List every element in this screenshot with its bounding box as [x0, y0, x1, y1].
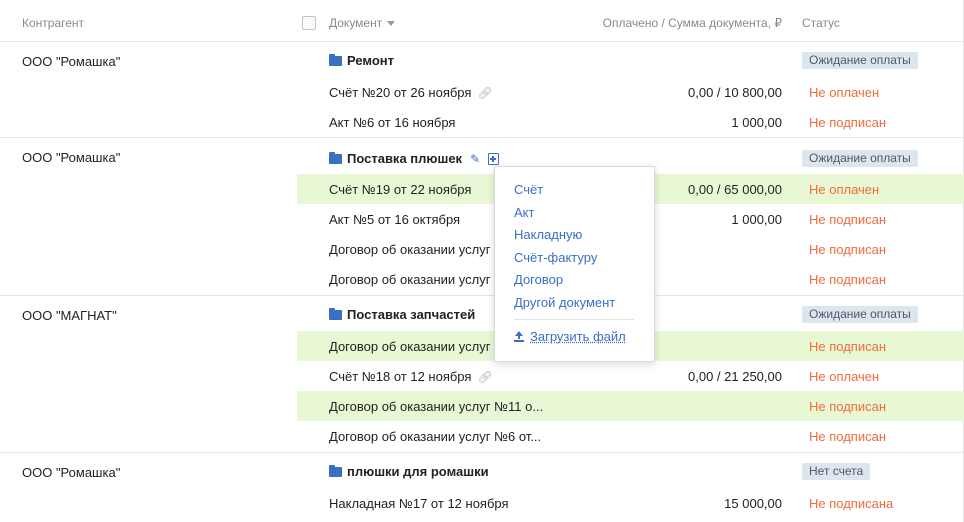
column-header-status: Статус	[802, 16, 840, 30]
menu-item-other-document[interactable]: Другой документ	[514, 295, 615, 310]
document-label: Счёт №20 от 26 ноября	[329, 85, 472, 100]
document-link[interactable]: Счёт №19 от 22 ноября	[329, 182, 471, 197]
document-link[interactable]: Договор об оказании услуг	[329, 272, 490, 287]
document-status: Не подписан	[809, 115, 887, 130]
menu-divider	[514, 319, 634, 320]
column-header-paid: Оплачено / Сумма документа, ₽	[602, 16, 782, 30]
deal-title-label: Поставка плюшек	[347, 151, 463, 166]
menu-item-act[interactable]: Акт	[514, 205, 534, 220]
deal-title-label: Ремонт	[347, 53, 395, 68]
pencil-icon[interactable]: ✎	[470, 152, 480, 166]
table-row[interactable]: Счёт №20 от 26 ноября 🔗︎ 0,00 / 10 800,00…	[297, 77, 964, 107]
contractor-name[interactable]: ООО "МАГНАТ"	[22, 308, 117, 323]
deal-title[interactable]: Поставка плюшек ✎	[329, 151, 500, 166]
document-status: Не оплачен	[809, 182, 880, 197]
amount: 15 000,00	[724, 496, 782, 511]
deal-title-row: плюшки для ромашки Нет счета	[297, 456, 964, 486]
document-status: Не подписан	[809, 429, 887, 444]
table-header: Контрагент Документ Оплачено / Сумма док…	[0, 0, 964, 42]
table-row[interactable]: Счёт №18 от 12 ноября 🔗︎ 0,00 / 21 250,00…	[297, 361, 964, 391]
document-status: Не подписан	[809, 339, 887, 354]
select-all-checkbox[interactable]	[302, 16, 316, 30]
folder-icon	[329, 465, 342, 477]
document-link[interactable]: Счёт №18 от 12 ноября 🔗︎	[329, 369, 493, 384]
amount: 0,00 / 10 800,00	[688, 85, 782, 100]
deal-title-label: Поставка запчастей	[347, 307, 476, 322]
contractor-name[interactable]: ООО "Ромашка"	[22, 150, 120, 165]
deal-group: ООО "Ромашка" Ремонт Ожидание оплаты Счё…	[0, 42, 964, 138]
deal-group: ООО "Ромашка" плюшки для ромашки Нет сче…	[0, 453, 964, 522]
menu-item-contract[interactable]: Договор	[514, 272, 563, 287]
document-status: Не подписана	[809, 496, 894, 511]
document-link[interactable]: Договор об оказании услуг №6 от...	[329, 429, 541, 444]
table-row[interactable]: Накладная №17 от 12 ноября 15 000,00 Не …	[297, 488, 964, 518]
document-link[interactable]: Договор об оказании услуг	[329, 339, 490, 354]
contractor-name[interactable]: ООО "Ромашка"	[22, 465, 120, 480]
amount: 0,00 / 65 000,00	[688, 182, 782, 197]
amount: 1 000,00	[731, 115, 782, 130]
menu-item-waybill[interactable]: Накладную	[514, 227, 582, 242]
document-link[interactable]: Договор об оказании услуг	[329, 242, 490, 257]
folder-icon	[329, 54, 342, 66]
document-status: Не подписан	[809, 242, 887, 257]
table-row[interactable]: Договор об оказании услуг №11 о... Не по…	[297, 391, 964, 421]
document-status: Не оплачен	[809, 85, 880, 100]
deal-group: ООО "Ромашка" Поставка плюшек ✎ Ожидание …	[0, 138, 964, 296]
column-header-document[interactable]: Документ	[329, 16, 396, 30]
upload-file-label: Загрузить файл	[530, 329, 626, 344]
add-document-icon[interactable]	[488, 153, 500, 165]
folder-icon	[329, 308, 342, 320]
status-badge: Ожидание оплаты	[802, 150, 918, 167]
amount: 0,00 / 21 250,00	[688, 369, 782, 384]
upload-icon	[514, 331, 524, 342]
document-status: Не подписан	[809, 212, 887, 227]
amount: 1 000,00	[731, 212, 782, 227]
deal-title[interactable]: Поставка запчастей	[329, 307, 475, 322]
deal-title-label: плюшки для ромашки	[347, 464, 489, 479]
document-link[interactable]: Акт №5 от 16 октября	[329, 212, 460, 227]
upload-file-link[interactable]: Загрузить файл	[514, 329, 626, 344]
link-icon: 🔗︎	[477, 86, 493, 100]
table-row[interactable]: Акт №6 от 16 ноября 1 000,00 Не подписан	[297, 107, 964, 137]
menu-item-invoice[interactable]: Счёт	[514, 182, 543, 197]
column-header-document-label: Документ	[329, 16, 383, 30]
link-icon: 🔗︎	[477, 370, 493, 384]
folder-icon	[329, 152, 342, 164]
document-status: Не оплачен	[809, 369, 880, 384]
document-link[interactable]: Акт №6 от 16 ноября	[329, 115, 455, 130]
sort-caret-icon	[387, 21, 396, 27]
table-row[interactable]: Договор об оказании услуг №6 от... Не по…	[297, 421, 964, 451]
document-status: Не подписан	[809, 272, 887, 287]
document-link[interactable]: Счёт №20 от 26 ноября 🔗︎	[329, 85, 493, 100]
contractor-name[interactable]: ООО "Ромашка"	[22, 54, 120, 69]
document-link[interactable]: Накладная №17 от 12 ноября	[329, 496, 509, 511]
document-status: Не подписан	[809, 399, 887, 414]
document-label: Счёт №18 от 12 ноября	[329, 369, 472, 384]
document-link[interactable]: Договор об оказании услуг №11 о...	[329, 399, 543, 414]
status-badge: Ожидание оплаты	[802, 52, 918, 69]
deal-group: ООО "МАГНАТ" Поставка запчастей Ожидание…	[0, 296, 964, 453]
create-document-menu: Счёт Акт Накладную Счёт-фактуру Договор …	[494, 166, 655, 362]
documents-table: Контрагент Документ Оплачено / Сумма док…	[0, 0, 964, 522]
deal-title[interactable]: плюшки для ромашки	[329, 464, 489, 479]
deal-title[interactable]: Ремонт	[329, 53, 394, 68]
menu-item-tax-invoice[interactable]: Счёт-фактуру	[514, 250, 597, 265]
deal-title-row: Ремонт Ожидание оплаты	[297, 45, 964, 75]
status-badge: Нет счета	[802, 463, 871, 480]
status-badge: Ожидание оплаты	[802, 306, 918, 323]
column-header-contractor[interactable]: Контрагент	[22, 16, 84, 30]
